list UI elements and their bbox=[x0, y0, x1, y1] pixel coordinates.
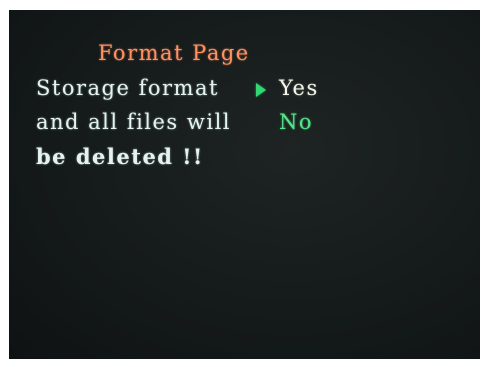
message-line-2: and all files will bbox=[36, 110, 231, 134]
option-yes[interactable]: Yes bbox=[279, 76, 319, 100]
osd-screen: Format Page Storage format and all files… bbox=[9, 10, 480, 359]
message-line-1: Storage format bbox=[36, 76, 219, 100]
triangle-right-icon bbox=[256, 83, 266, 97]
message-line-3: be deleted !! bbox=[36, 144, 204, 169]
page-title: Format Page bbox=[98, 41, 250, 65]
option-no[interactable]: No bbox=[279, 110, 313, 134]
